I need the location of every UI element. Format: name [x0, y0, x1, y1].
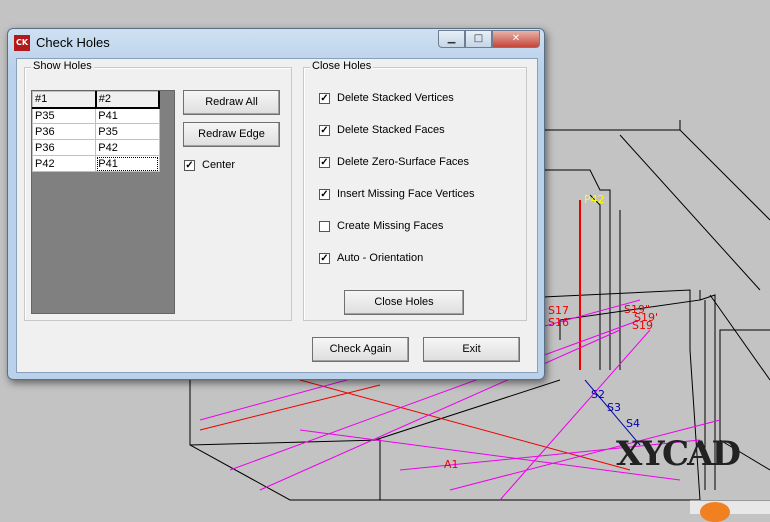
- close-option-checkbox[interactable]: ✓ Auto - Orientation: [319, 252, 423, 264]
- checkbox-box[interactable]: ✓: [184, 159, 195, 171]
- close-option-checkbox[interactable]: ✓ Delete Stacked Faces: [319, 124, 445, 136]
- checkbox-label: Center: [202, 159, 236, 171]
- show-holes-title: Show Holes: [31, 60, 94, 72]
- checkbox-box[interactable]: ✓: [319, 124, 330, 136]
- label-s16: S16: [548, 316, 569, 329]
- close-option-checkbox[interactable]: ✓ Delete Zero-Surface Faces: [319, 156, 469, 168]
- table-row: P35 P41: [31, 107, 160, 124]
- checkbox-box[interactable]: ✓: [319, 156, 330, 168]
- cell[interactable]: P41: [95, 107, 160, 124]
- close-option-checkbox[interactable]: Create Missing Faces: [319, 220, 443, 232]
- holes-grid[interactable]: #1 #2 P35 P41 P36 P35 P36 P42 P42 P41: [31, 90, 175, 314]
- minimize-icon: ▁: [447, 33, 456, 44]
- close-option-checkbox[interactable]: ✓ Delete Stacked Vertices: [319, 92, 454, 104]
- checkbox-label: Delete Stacked Vertices: [337, 92, 454, 104]
- checkbox-box[interactable]: ✓: [319, 188, 330, 200]
- cell[interactable]: P42: [31, 155, 97, 172]
- orb-icon: [700, 502, 730, 522]
- redraw-edge-button[interactable]: Redraw Edge: [183, 122, 280, 147]
- label-s3: S3: [607, 401, 621, 414]
- title-bar[interactable]: CK Check Holes ▁ □ ✕: [8, 29, 544, 57]
- watermark-logo: XYCAD: [616, 434, 741, 474]
- close-option-checkbox[interactable]: ✓ Insert Missing Face Vertices: [319, 188, 475, 200]
- app-logo-icon: CK: [14, 35, 30, 51]
- check-again-button[interactable]: Check Again: [312, 337, 409, 362]
- minimize-button[interactable]: ▁: [438, 30, 465, 48]
- close-holes-group: Close Holes ✓ Delete Stacked Vertices ✓ Del…: [303, 60, 527, 321]
- column-header[interactable]: #2: [95, 91, 161, 109]
- show-holes-group: Show Holes #1 #2 P35 P41 P36 P35 P36 P42 P42…: [24, 60, 292, 321]
- redraw-all-button[interactable]: Redraw All: [183, 90, 280, 115]
- checkbox-label: Create Missing Faces: [337, 220, 444, 232]
- check-holes-dialog: CK Check Holes ▁ □ ✕ Show Holes #1 #2 P35…: [7, 28, 545, 380]
- cell[interactable]: P36: [31, 139, 97, 156]
- label-s4: S4: [626, 417, 640, 430]
- dialog-title: Check Holes: [36, 35, 110, 50]
- checkbox-box[interactable]: [319, 220, 330, 232]
- grid-header: #1 #2: [31, 91, 161, 109]
- close-button[interactable]: ✕: [492, 30, 540, 48]
- label-p42: P42: [584, 193, 605, 206]
- cell[interactable]: P41: [95, 155, 160, 172]
- label-s2: S2: [591, 388, 605, 401]
- exit-button[interactable]: Exit: [423, 337, 520, 362]
- checkbox-box[interactable]: ✓: [319, 92, 330, 104]
- table-row: P42 P41: [31, 155, 160, 172]
- label-s19c: S19: [632, 319, 653, 332]
- dialog-client: Show Holes #1 #2 P35 P41 P36 P35 P36 P42 P42…: [16, 58, 538, 373]
- column-header[interactable]: #1: [31, 91, 97, 109]
- checkbox-label: Delete Zero-Surface Faces: [337, 156, 470, 168]
- maximize-icon: □: [473, 33, 484, 44]
- cell[interactable]: P35: [95, 123, 160, 140]
- checkbox-label: Insert Missing Face Vertices: [337, 188, 475, 200]
- table-row: P36 P35: [31, 123, 160, 140]
- table-row: P36 P42: [31, 139, 160, 156]
- checkbox-label: Delete Stacked Faces: [337, 124, 445, 136]
- cell[interactable]: P36: [31, 123, 97, 140]
- label-a1: A1: [444, 458, 459, 471]
- cell[interactable]: P42: [95, 139, 160, 156]
- close-holes-button[interactable]: Close Holes: [344, 290, 464, 315]
- close-holes-title: Close Holes: [310, 60, 374, 72]
- maximize-button[interactable]: □: [465, 30, 492, 48]
- close-icon: ✕: [511, 33, 521, 44]
- cell[interactable]: P35: [31, 107, 97, 124]
- center-checkbox[interactable]: ✓ Center: [184, 159, 235, 171]
- checkbox-box[interactable]: ✓: [319, 252, 330, 264]
- checkbox-label: Auto - Orientation: [337, 252, 424, 264]
